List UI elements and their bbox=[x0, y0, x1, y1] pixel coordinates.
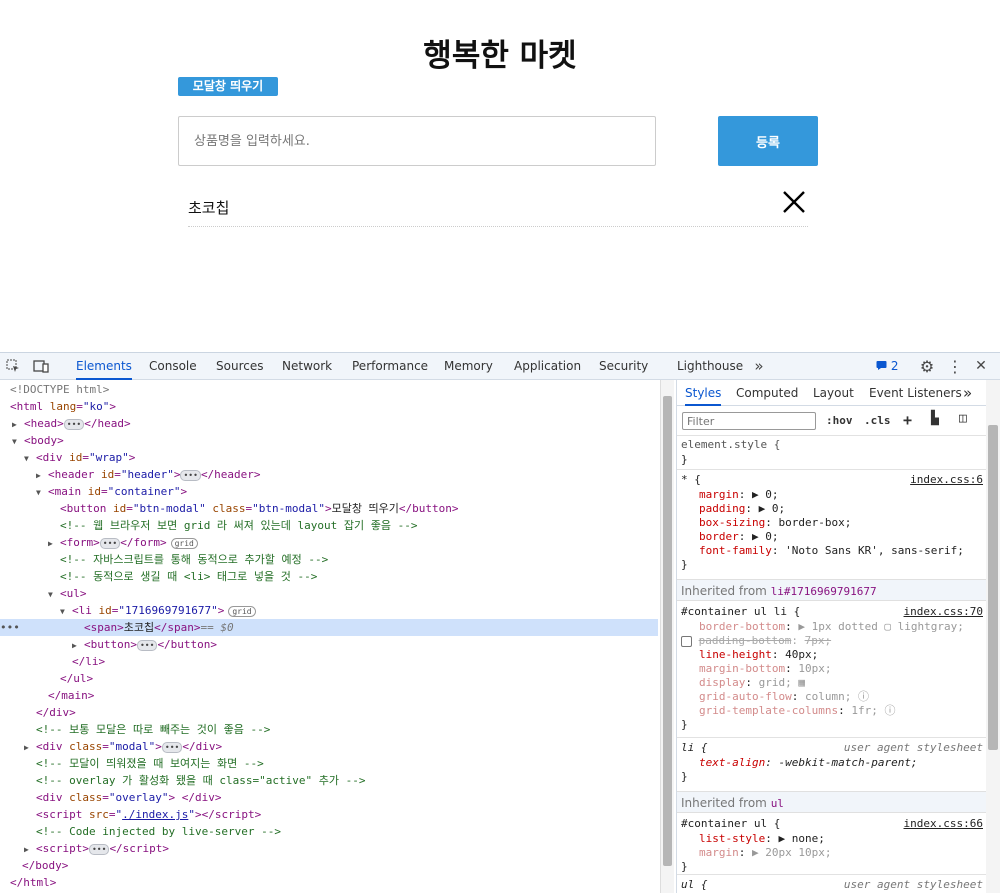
inherited-ul-link[interactable]: ul bbox=[771, 797, 784, 810]
tree-node-div-modal[interactable]: ▶ <div class="modal"> ••• </div> bbox=[0, 738, 658, 755]
styles-pane: Styles Computed Layout Event Listeners »… bbox=[676, 380, 986, 893]
tree-node-ul-close[interactable]: </ul> bbox=[0, 670, 658, 687]
inherited-li-link[interactable]: li#1716969791677 bbox=[771, 585, 877, 598]
tab-styles[interactable]: Styles bbox=[685, 380, 722, 406]
tree-node-comment[interactable]: <!-- overlay 가 활성화 됐을 때 class="active" 추… bbox=[0, 772, 658, 789]
tab-console[interactable]: Console bbox=[149, 353, 197, 380]
toggle-sidebar-icon[interactable]: ◫ bbox=[959, 411, 967, 426]
ellipsis-badge[interactable]: ••• bbox=[63, 418, 85, 430]
tree-node-script-index[interactable]: <script src="./index.js"></script> bbox=[0, 806, 658, 823]
issues-badge[interactable]: 2 bbox=[876, 359, 898, 373]
tab-performance[interactable]: Performance bbox=[352, 353, 428, 380]
tree-node-div-overlay[interactable]: <div class="overlay"> </div> bbox=[0, 789, 658, 806]
tab-event-listeners[interactable]: Event Listeners bbox=[869, 380, 962, 406]
more-tabs-icon[interactable]: » bbox=[750, 357, 768, 375]
grid-badge[interactable]: grid bbox=[170, 537, 198, 549]
elements-scrollbar[interactable] bbox=[660, 380, 674, 893]
inherited-from-li-header: Inherited from li#1716969791677 bbox=[677, 579, 986, 601]
page-title: 행복한 마켓 bbox=[423, 38, 577, 74]
devtools-toolbar: Elements Console Sources Network Perform… bbox=[0, 353, 1000, 380]
elements-tree: <!DOCTYPE html> <html lang="ko"> ▶ <head>… bbox=[0, 380, 660, 893]
tree-node-body-close[interactable]: </body> bbox=[0, 857, 658, 874]
styles-tabbar: Styles Computed Layout Event Listeners » bbox=[677, 380, 986, 406]
tree-node-button-delete[interactable]: ▶ <button> ••• </button> bbox=[0, 636, 658, 653]
tab-security[interactable]: Security bbox=[599, 353, 648, 380]
hover-state-toggle[interactable]: :hov bbox=[826, 414, 853, 427]
tab-computed[interactable]: Computed bbox=[736, 380, 798, 406]
tree-node-body[interactable]: ▼ <body> bbox=[0, 432, 658, 449]
grid-editor-icon[interactable]: ▦ bbox=[798, 676, 805, 689]
property-checkbox[interactable] bbox=[681, 635, 692, 647]
settings-gear-icon[interactable]: ⚙ bbox=[918, 357, 936, 376]
tree-node-comment[interactable]: <!-- 웹 브라우저 보면 grid 라 써져 있는데 layout 잡기 좋… bbox=[0, 517, 658, 534]
info-icon[interactable]: ⓘ bbox=[858, 690, 869, 703]
grid-badge[interactable]: grid bbox=[228, 605, 256, 617]
register-button[interactable]: 등록 bbox=[718, 116, 818, 166]
tree-node-comment[interactable]: <!-- Code injected by live-server --> bbox=[0, 823, 658, 840]
tree-node-button-modal[interactable]: <button id="btn-modal" class="btn-modal"… bbox=[0, 500, 658, 517]
source-link[interactable]: index.css:70 bbox=[904, 605, 983, 618]
product-name-input[interactable] bbox=[178, 116, 656, 166]
delete-item-button[interactable] bbox=[780, 188, 808, 216]
source-link[interactable]: index.css:6 bbox=[910, 473, 983, 486]
paint-brush-icon[interactable]: ▙ bbox=[931, 411, 939, 426]
close-icon bbox=[783, 191, 805, 213]
tree-node-header[interactable]: ▶ <header id="header"> ••• </header> bbox=[0, 466, 658, 483]
tab-network[interactable]: Network bbox=[282, 353, 332, 380]
web-page: 행복한 마켓 모달창 띄우기 등록 초코칩 bbox=[0, 0, 1000, 352]
message-icon bbox=[876, 361, 887, 370]
devtools-panel: Elements Console Sources Network Perform… bbox=[0, 352, 1000, 893]
list-item-label: 초코칩 bbox=[188, 199, 230, 217]
expand-triangle-icon: ▶ bbox=[12, 420, 17, 429]
collapse-triangle-icon: ▼ bbox=[12, 437, 17, 446]
info-icon[interactable]: ⓘ bbox=[884, 704, 895, 717]
close-devtools-icon[interactable]: ✕ bbox=[972, 357, 990, 375]
tree-node-html[interactable]: <html lang="ko"> bbox=[0, 398, 658, 415]
styles-filter-input[interactable] bbox=[682, 412, 816, 430]
tab-memory[interactable]: Memory bbox=[444, 353, 493, 380]
more-options-icon[interactable]: ⋮ bbox=[946, 357, 964, 376]
tree-node-ul[interactable]: ▼ <ul> bbox=[0, 585, 658, 602]
issues-count: 2 bbox=[890, 359, 899, 373]
tab-sources[interactable]: Sources bbox=[216, 353, 263, 380]
source-link[interactable]: index.css:66 bbox=[904, 817, 983, 830]
tab-elements[interactable]: Elements bbox=[76, 353, 132, 380]
tab-layout[interactable]: Layout bbox=[813, 380, 854, 406]
tree-node-main[interactable]: ▼ <main id="container"> bbox=[0, 483, 658, 500]
tree-node-comment[interactable]: <!-- 모달이 띄워졌을 때 보여지는 화면 --> bbox=[0, 755, 658, 772]
script-link[interactable]: ./index.js bbox=[122, 808, 188, 821]
tree-node-main-close[interactable]: </main> bbox=[0, 687, 658, 704]
more-tabs-icon[interactable]: » bbox=[963, 380, 972, 406]
tree-node-li-close[interactable]: </li> bbox=[0, 653, 658, 670]
tree-node-script[interactable]: ▶ <script> ••• </script> bbox=[0, 840, 658, 857]
tab-lighthouse[interactable]: Lighthouse bbox=[677, 353, 743, 380]
inspect-element-icon[interactable] bbox=[4, 357, 22, 375]
class-toggle[interactable]: .cls bbox=[864, 414, 891, 427]
tree-node-span-selected[interactable]: ••• <span>초코칩</span>== $0 bbox=[0, 619, 658, 636]
tree-node-li[interactable]: ▼ <li id="1716969791677"> grid bbox=[0, 602, 658, 619]
inherited-from-ul-header: Inherited from ul bbox=[677, 791, 986, 813]
tree-node-comment[interactable]: <!-- 자바스크립트를 통해 동적으로 추가할 예정 --> bbox=[0, 551, 658, 568]
tree-node-form[interactable]: ▶ <form> ••• </form> grid bbox=[0, 534, 658, 551]
open-modal-button[interactable]: 모달창 띄우기 bbox=[178, 77, 278, 96]
tree-node-doctype[interactable]: <!DOCTYPE html> bbox=[0, 381, 658, 398]
tree-node-head[interactable]: ▶ <head> ••• </head> bbox=[0, 415, 658, 432]
tree-node-div-wrap[interactable]: ▼ <div id="wrap"> bbox=[0, 449, 658, 466]
tab-application[interactable]: Application bbox=[514, 353, 581, 380]
add-rule-icon[interactable]: + bbox=[903, 411, 912, 429]
tree-node-html-close[interactable]: </html> bbox=[0, 874, 658, 891]
device-toolbar-icon[interactable] bbox=[32, 357, 50, 375]
tree-node-div-close[interactable]: </div> bbox=[0, 704, 658, 721]
list-item: 초코칩 bbox=[188, 186, 808, 227]
tree-node-comment[interactable]: <!-- 동적으로 생길 때 <li> 태그로 넣을 것 --> bbox=[0, 568, 658, 585]
styles-scrollbar[interactable] bbox=[986, 380, 1000, 893]
tree-node-comment[interactable]: <!-- 보통 모달은 따로 빼주는 것이 좋음 --> bbox=[0, 721, 658, 738]
